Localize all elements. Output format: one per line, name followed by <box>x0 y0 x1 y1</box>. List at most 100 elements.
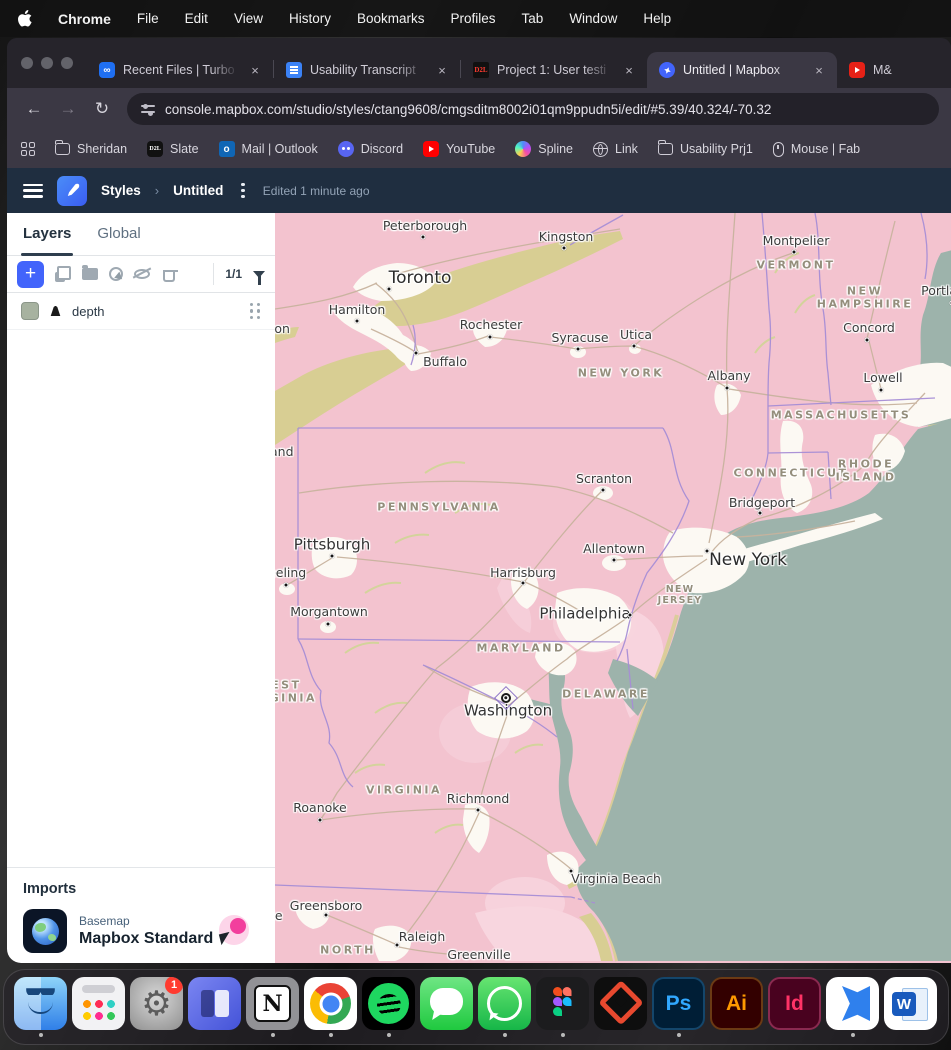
import-name[interactable]: Mapbox Standard <box>79 930 213 948</box>
drag-handle-icon[interactable] <box>250 303 261 319</box>
tab-layers[interactable]: Layers <box>23 225 71 255</box>
minimize-window-button[interactable] <box>41 57 53 69</box>
filter-icon[interactable] <box>253 271 265 278</box>
breadcrumb-styles[interactable]: Styles <box>101 183 141 198</box>
dock-item-settings[interactable]: ⚙1 <box>129 977 185 1037</box>
running-indicator-dot <box>39 1033 43 1037</box>
iphone-mirroring-icon[interactable] <box>188 977 241 1030</box>
bookmark-slate[interactable]: D2LSlate <box>147 141 199 157</box>
breadcrumb-style-title[interactable]: Untitled <box>173 183 223 198</box>
bookmark-discord[interactable]: Discord <box>338 141 403 157</box>
menu-bookmarks[interactable]: Bookmarks <box>357 11 425 26</box>
dock-item-indesign[interactable]: Id <box>767 977 823 1037</box>
bookmark-youtube[interactable]: YouTube <box>423 141 495 157</box>
dock-item-vscode[interactable] <box>825 977 881 1037</box>
dock-item-figma[interactable] <box>535 977 591 1037</box>
back-button[interactable]: ← <box>19 94 49 124</box>
apps-grid-icon[interactable] <box>21 142 35 156</box>
group-layers-icon[interactable] <box>82 266 98 282</box>
bookmark-link[interactable]: Link <box>593 142 638 157</box>
bookmark-label: YouTube <box>446 142 495 156</box>
illustrator-icon[interactable]: Ai <box>710 977 763 1030</box>
delete-layer-icon[interactable] <box>163 270 175 282</box>
whatsapp-icon[interactable] <box>478 977 531 1030</box>
spotify-icon[interactable] <box>362 977 415 1030</box>
dock-item-messages[interactable] <box>419 977 475 1037</box>
hamburger-menu-icon[interactable] <box>23 184 43 198</box>
word-icon[interactable]: W <box>884 977 937 1030</box>
bookmark-sheridan[interactable]: Sheridan <box>55 142 127 156</box>
menu-file[interactable]: File <box>137 11 159 26</box>
messages-icon[interactable] <box>420 977 473 1030</box>
menu-tab[interactable]: Tab <box>522 11 544 26</box>
dock-item-word[interactable]: W <box>883 977 939 1037</box>
site-settings-icon[interactable] <box>141 103 155 115</box>
desktop-dock-area: ⚙1 N PsAiId W <box>0 963 951 1050</box>
menu-window[interactable]: Window <box>569 11 617 26</box>
vscode-icon[interactable] <box>826 977 879 1030</box>
layer-row-depth[interactable]: depth <box>7 293 275 330</box>
add-layer-button[interactable]: + <box>17 261 44 288</box>
bookmark-mouse-fab[interactable]: Mouse | Fab <box>773 142 860 157</box>
menu-help[interactable]: Help <box>643 11 671 26</box>
tab-recent-files[interactable]: ∞ Recent Files | Turbo × <box>87 52 273 88</box>
tab-global[interactable]: Global <box>97 225 140 255</box>
dock-item-photoshop[interactable]: Ps <box>651 977 707 1037</box>
browser-toolbar: ← → ↻ console.mapbox.com/studio/styles/c… <box>7 88 951 130</box>
dock-item-iphone-mirroring[interactable] <box>187 977 243 1037</box>
close-tab-icon[interactable]: × <box>621 62 637 78</box>
reload-button[interactable]: ↻ <box>87 94 117 124</box>
select-layer-icon[interactable] <box>109 267 123 281</box>
tab-untitled-mapbox-active[interactable]: Untitled | Mapbox × <box>647 52 837 88</box>
dock-item-launchpad[interactable] <box>71 977 127 1037</box>
figma-icon[interactable] <box>536 977 589 1030</box>
menu-history[interactable]: History <box>289 11 331 26</box>
settings-icon[interactable]: ⚙1 <box>130 977 183 1030</box>
bookmark-usability-prj1[interactable]: Usability Prj1 <box>658 142 753 156</box>
close-tab-icon[interactable]: × <box>811 62 827 78</box>
chrome-icon[interactable] <box>304 977 357 1030</box>
close-tab-icon[interactable]: × <box>247 62 263 78</box>
menu-edit[interactable]: Edit <box>185 11 208 26</box>
tab-usability-transcript[interactable]: Usability Transcript × <box>274 52 460 88</box>
dock-item-chrome[interactable] <box>303 977 359 1037</box>
menu-profiles[interactable]: Profiles <box>451 11 496 26</box>
launchpad-icon[interactable] <box>72 977 125 1030</box>
bookmark-outlook[interactable]: oMail | Outlook <box>219 141 318 157</box>
dock-item-cube[interactable] <box>593 977 649 1037</box>
url-text[interactable]: console.mapbox.com/studio/styles/ctang96… <box>165 102 771 117</box>
map-canvas[interactable]: PeterboroughKingstonTorontoMontpelierVER… <box>275 213 951 963</box>
finder-icon[interactable] <box>14 977 67 1030</box>
dock-item-finder[interactable] <box>13 977 69 1037</box>
dock-item-spotify[interactable] <box>361 977 417 1037</box>
duplicate-layer-icon[interactable] <box>55 266 71 282</box>
imports-heading: Imports <box>23 881 259 897</box>
menu-view[interactable]: View <box>234 11 263 26</box>
dock: ⚙1 N PsAiId W <box>3 969 949 1045</box>
close-tab-icon[interactable]: × <box>434 62 450 78</box>
layer-color-swatch[interactable] <box>21 302 39 320</box>
notion-icon[interactable]: N <box>246 977 299 1030</box>
layer-name[interactable]: depth <box>72 304 241 319</box>
menu-app-name[interactable]: Chrome <box>58 11 111 27</box>
hide-layer-icon[interactable] <box>134 266 150 282</box>
address-bar[interactable]: console.mapbox.com/studio/styles/ctang96… <box>127 93 939 125</box>
indesign-icon[interactable]: Id <box>768 977 821 1030</box>
dock-item-whatsapp[interactable] <box>477 977 533 1037</box>
dock-item-illustrator[interactable]: Ai <box>709 977 765 1037</box>
dock-item-notion[interactable]: N <box>245 977 301 1037</box>
close-window-button[interactable] <box>21 57 33 69</box>
photoshop-icon[interactable]: Ps <box>652 977 705 1030</box>
apple-icon[interactable] <box>18 10 32 27</box>
tab-project-1[interactable]: D2L Project 1: User testi × <box>461 52 647 88</box>
basemap-import-row[interactable]: Basemap Mapbox Standard <box>23 909 259 953</box>
tab-partial[interactable]: M& <box>837 52 907 88</box>
collaborator-cursor <box>219 915 249 945</box>
style-options-kebab-icon[interactable] <box>237 183 248 198</box>
forward-button[interactable]: → <box>53 94 83 124</box>
zoom-window-button[interactable] <box>61 57 73 69</box>
bookmark-spline[interactable]: Spline <box>515 141 573 157</box>
mapbox-studio-logo[interactable] <box>57 176 87 206</box>
tab-title: M& <box>873 63 897 77</box>
cube-icon[interactable] <box>594 977 647 1030</box>
